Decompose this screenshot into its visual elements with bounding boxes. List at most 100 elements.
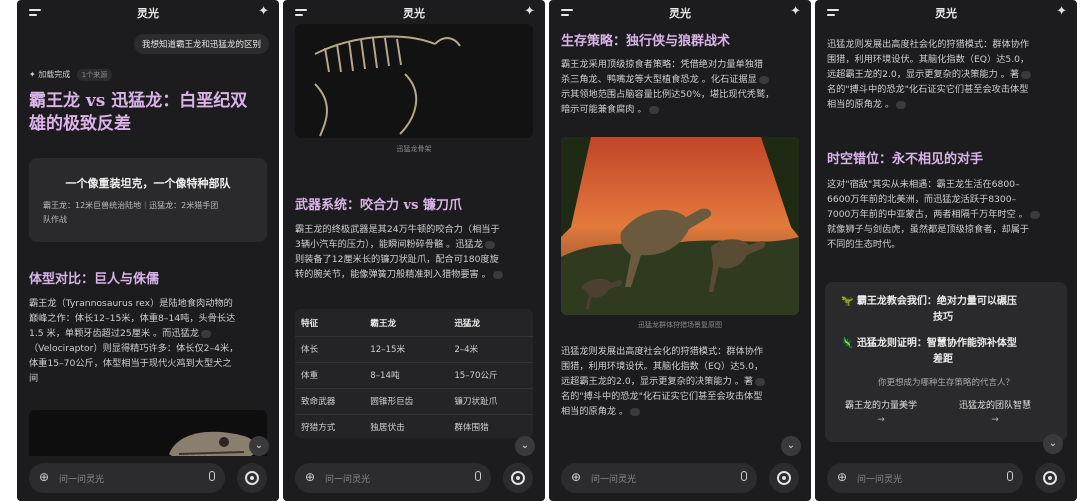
citation-icon[interactable] xyxy=(755,377,766,386)
paragraph-line: 迅猛龙则发展出高度社会化的狩猎模式：群体协作 xyxy=(561,346,764,357)
paragraph-line: 霸王龙采用顶级掠食者策略：凭借绝对力量单独猎 xyxy=(561,59,764,70)
new-chat-icon[interactable]: ✦ xyxy=(1056,4,1067,19)
status-text: 加载完成 xyxy=(38,70,71,79)
user-message: 我想知道霸王龙和迅猛龙的区别 xyxy=(133,34,269,54)
paragraph: 霸王龙采用顶级掠食者策略：凭借绝对力量单独猎 杀三角龙、鸭嘴龙等大型植食恐龙 。… xyxy=(561,57,801,117)
velociraptor-skeleton-image[interactable] xyxy=(295,24,533,138)
takeaway-card: 🦖 霸王龙教会我们：绝对力量可以碾压 技巧 🦎 迅猛龙则证明：智慧协作能弥补体型… xyxy=(825,282,1067,442)
new-chat-icon[interactable]: ✦ xyxy=(258,4,269,19)
table-cell: 体重 xyxy=(295,362,365,389)
chat-scroll[interactable]: 生存策略：独行侠与狼群战术 霸王龙采用顶级掠食者策略：凭借绝对力量单独猎 杀三角… xyxy=(549,24,811,456)
paragraph-line: 示其领地范围占脑容量比例达50%，堪比现代秃鹫， xyxy=(561,89,775,100)
voice-mode-button[interactable] xyxy=(1035,463,1065,493)
paragraph: 迅猛龙则发展出高度社会化的狩猎模式：群体协作 围猎，利用环境设伏。其脑化指数（E… xyxy=(827,37,1067,112)
microphone-icon[interactable] xyxy=(475,471,481,481)
chat-input[interactable]: ⊕ 问一问灵光 xyxy=(561,463,757,493)
citation-icon[interactable] xyxy=(1021,70,1032,79)
raptor-icon: 🦎 xyxy=(841,338,854,349)
scroll-down-button[interactable]: ⌄ xyxy=(1043,434,1063,454)
section-heading: 武器系统：咬合力 vs 镰刀爪 xyxy=(295,198,462,213)
paragraph-line: 相当的原角龙 。 xyxy=(827,97,1067,112)
citation-icon[interactable] xyxy=(200,329,211,338)
scroll-down-button[interactable]: ⌄ xyxy=(515,436,535,456)
add-icon[interactable]: ⊕ xyxy=(305,470,315,484)
citation-icon[interactable] xyxy=(1029,210,1040,219)
lesson-line: 🦎 迅猛龙则证明：智慧协作能弥补体型 xyxy=(841,336,1017,352)
table-cell: 致命武器 xyxy=(295,388,365,415)
lesson-text: 差距 xyxy=(933,354,953,365)
microphone-icon[interactable] xyxy=(1007,471,1013,481)
paragraph-line: 转的腕关节，能像弹簧刀般精准刺入猎物要害 。 xyxy=(295,267,535,282)
paragraph-line: 围猎，利用环境设伏。其脑化指数（EQ）达5.0， xyxy=(827,54,1030,65)
new-chat-icon[interactable]: ✦ xyxy=(524,4,535,19)
option-button-raptor[interactable]: 迅猛龙的团队智慧 → xyxy=(959,398,1031,425)
voice-mode-button[interactable] xyxy=(503,463,533,493)
citation-icon[interactable] xyxy=(648,105,659,114)
app-title: 灵光 xyxy=(137,7,159,20)
title-line: 霸王龙 vs 迅猛龙：白垩纪双 xyxy=(29,91,248,111)
column-header: 特征 xyxy=(295,310,365,337)
column-header: 霸王龙 xyxy=(364,310,449,337)
chat-scroll[interactable]: 迅猛龙骨架 武器系统：咬合力 vs 镰刀爪 霸王龙的终极武器是其24万牛顿的咬合… xyxy=(283,24,545,456)
scroll-down-button[interactable]: ⌄ xyxy=(249,436,269,456)
phone-screen-1: 灵光 ✦ 我想知道霸王龙和迅猛龙的区别 ✦ 加载完成 1个来源 霸王龙 vs 迅… xyxy=(17,0,279,501)
column-header: 迅猛龙 xyxy=(448,310,533,337)
phone-screen-3: 灵光 ✦ 生存策略：独行侠与狼群战术 霸王龙采用顶级掠食者策略：凭借绝对力量单独… xyxy=(549,0,811,501)
image-caption: 迅猛龙骨架 xyxy=(396,145,432,153)
voice-mode-button[interactable] xyxy=(769,463,799,493)
paragraph-text: 远超霸王龙的2.0，显示更复杂的决策能力 。著 xyxy=(827,69,1020,80)
chat-scroll[interactable]: 我想知道霸王龙和迅猛龙的区别 ✦ 加载完成 1个来源 霸王龙 vs 迅猛龙：白垩… xyxy=(17,24,279,456)
arrow-right-icon: → xyxy=(991,415,999,425)
card-title: 一个像重装坦克，一个像特种部队 xyxy=(65,177,231,190)
paragraph-text: 3辆小汽车的压力），能瞬间粉碎骨骼 。迅猛龙 xyxy=(295,239,483,250)
table-cell: 8–14吨 xyxy=(364,362,449,389)
option-button-trex[interactable]: 霸王龙的力量美学 → xyxy=(845,398,917,425)
microphone-icon[interactable] xyxy=(741,471,747,481)
source-tag[interactable]: 1个来源 xyxy=(76,69,113,81)
table-header-row: 特征 霸王龙 迅猛龙 xyxy=(295,310,533,337)
paragraph-line: 远超霸王龙的2.0，显示更复杂的决策能力 。著 xyxy=(561,374,801,389)
paragraph-line: 体重15–70公斤，体型相当于现代火鸡到大型犬之 xyxy=(29,358,232,369)
add-icon[interactable]: ⊕ xyxy=(571,470,581,484)
paragraph-text: 7000万年前的中亚蒙古，两者相隔千万年时空 。 xyxy=(827,209,1028,220)
table-cell: 独居伏击 xyxy=(370,423,405,434)
top-bar: 灵光 ✦ xyxy=(283,0,545,24)
composer: ⊕ 问一问灵光 xyxy=(549,456,811,501)
option-label: 迅猛龙的团队智慧 xyxy=(959,401,1032,411)
citation-icon[interactable] xyxy=(630,407,641,416)
microphone-icon[interactable] xyxy=(209,471,215,481)
section-heading: 生存策略：独行侠与狼群战术 xyxy=(561,34,731,49)
table-cell: 12–15米 xyxy=(364,336,449,363)
voice-mode-button[interactable] xyxy=(237,463,267,493)
scroll-down-button[interactable]: ⌄ xyxy=(781,436,801,456)
paragraph-line: 巅峰之作：体长12–15米，体重8–14吨，头骨长达 xyxy=(29,313,236,324)
chat-input[interactable]: ⊕ 问一问灵光 xyxy=(29,463,225,493)
paragraph-line: 6600万年前的北美洲，而迅猛龙活跃于8300– xyxy=(827,194,1017,205)
table-cell: 狩猎方式 xyxy=(301,423,336,434)
live-icon xyxy=(1043,471,1057,485)
citation-icon[interactable] xyxy=(896,100,907,109)
lesson-line: 🦖 霸王龙教会我们：绝对力量可以碾压 xyxy=(841,294,1017,310)
paragraph-line: 这对"宿敌"其实从未相遇：霸王龙生活在6800– xyxy=(827,179,1020,190)
add-icon[interactable]: ⊕ xyxy=(837,470,847,484)
paragraph-line: （Velociraptor）则显得精巧许多：体长仅2–4米， xyxy=(29,343,239,354)
raptor-pack-hunting-image[interactable] xyxy=(561,137,799,315)
citation-icon[interactable] xyxy=(758,75,769,84)
t-rex-skull-image[interactable] xyxy=(29,410,267,456)
citation-icon[interactable] xyxy=(484,240,495,249)
paragraph-line: 不同的生态时代。 xyxy=(827,239,901,250)
input-placeholder: 问一问灵光 xyxy=(325,475,371,485)
comparison-table: 特征 霸王龙 迅猛龙 体长 12–15米 2–4米 体重 8–14吨 15–70… xyxy=(295,310,533,440)
chat-input[interactable]: ⊕ 问一问灵光 xyxy=(827,463,1023,493)
composer: ⊕ 问一问灵光 xyxy=(283,456,545,501)
citation-icon[interactable] xyxy=(492,270,503,279)
new-chat-icon[interactable]: ✦ xyxy=(790,4,801,19)
paragraph-text: 1.5 米，单颗牙齿超过25厘米 。而迅猛龙 xyxy=(29,328,199,339)
chat-scroll[interactable]: 迅猛龙则发展出高度社会化的狩猎模式：群体协作 围猎，利用环境设伏。其脑化指数（E… xyxy=(815,24,1077,456)
chat-input[interactable]: ⊕ 问一问灵光 xyxy=(295,463,491,493)
paragraph-line: 名的"搏斗中的恐龙"化石证实它们甚至会攻击体型 xyxy=(827,84,1029,95)
add-icon[interactable]: ⊕ xyxy=(39,470,49,484)
paragraph-line: 间 xyxy=(29,373,39,384)
load-status: ✦ 加载完成 1个来源 xyxy=(29,69,113,81)
image-caption: 迅猛龙群体狩猎场景复原图 xyxy=(638,321,722,329)
